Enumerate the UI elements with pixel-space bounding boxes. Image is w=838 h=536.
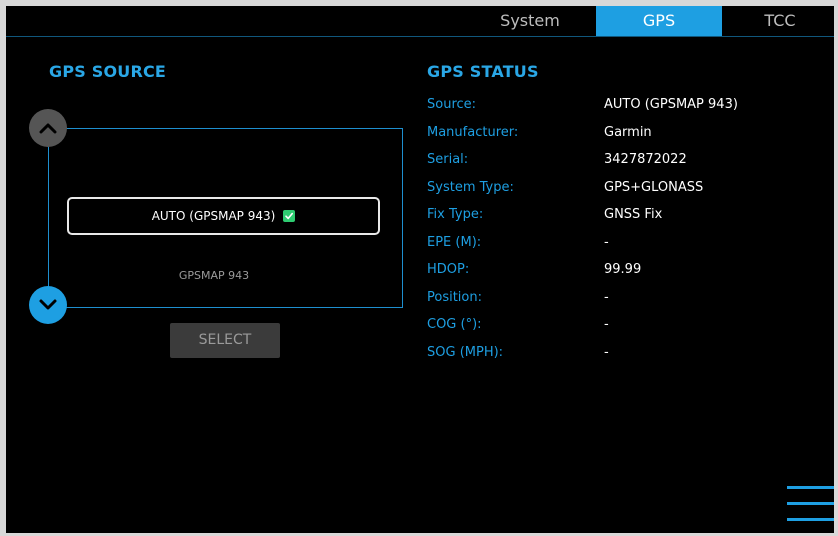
status-label: EPE (M): xyxy=(427,234,482,250)
status-label: Manufacturer: xyxy=(427,124,519,140)
source-item[interactable]: GPSMAP 943 xyxy=(67,269,361,282)
status-value: - xyxy=(604,344,609,360)
chevron-down-icon xyxy=(39,299,57,310)
status-value: AUTO (GPSMAP 943) xyxy=(604,97,738,112)
source-item-label: AUTO (GPSMAP 943) xyxy=(151,209,276,223)
tab-tcc[interactable]: TCC xyxy=(726,6,834,36)
gps-source-title: GPS SOURCE xyxy=(49,62,167,81)
check-icon xyxy=(283,210,296,222)
tab-bar: System GPS TCC xyxy=(6,6,834,37)
status-label: Fix Type: xyxy=(427,207,484,222)
tab-divider xyxy=(6,36,834,37)
status-label: Serial: xyxy=(427,152,469,167)
status-row-manufacturer: Manufacturer: Garmin xyxy=(427,123,827,151)
chevron-up-icon xyxy=(39,123,57,134)
status-value: 3427872022 xyxy=(604,152,687,167)
hamburger-menu-icon[interactable] xyxy=(787,486,834,526)
status-row-fix-type: Fix Type: GNSS Fix xyxy=(427,205,827,233)
status-label: System Type: xyxy=(427,179,514,195)
status-row-serial: Serial: 3427872022 xyxy=(427,150,827,178)
status-row-epe: EPE (M): - xyxy=(427,233,827,261)
status-value: Garmin xyxy=(604,124,652,140)
status-label: SOG (MPH): xyxy=(427,344,504,360)
status-label: Position: xyxy=(427,289,482,305)
tab-system[interactable]: System xyxy=(468,6,592,36)
status-label: COG (°): xyxy=(427,317,482,332)
status-value: GNSS Fix xyxy=(604,207,663,222)
gps-status-table: Source: AUTO (GPSMAP 943) Manufacturer: … xyxy=(427,95,827,370)
status-value: 99.99 xyxy=(604,262,642,277)
status-row-source: Source: AUTO (GPSMAP 943) xyxy=(427,95,827,123)
status-label: HDOP: xyxy=(427,262,470,277)
menu-bar xyxy=(787,502,834,505)
select-button[interactable]: SELECT xyxy=(170,323,280,358)
status-row-position: Position: - xyxy=(427,288,827,316)
status-row-hdop: HDOP: 99.99 xyxy=(427,260,827,288)
source-item-selected[interactable]: AUTO (GPSMAP 943) xyxy=(67,197,380,235)
status-row-sog: SOG (MPH): - xyxy=(427,343,827,371)
tab-gps[interactable]: GPS xyxy=(596,6,722,36)
gps-status-title: GPS STATUS xyxy=(427,62,539,81)
status-value: - xyxy=(604,234,609,250)
menu-bar xyxy=(787,486,834,489)
menu-bar xyxy=(787,518,834,521)
status-label: Source: xyxy=(427,97,477,112)
status-row-cog: COG (°): - xyxy=(427,315,827,343)
status-value: - xyxy=(604,317,609,332)
status-value: - xyxy=(604,289,609,305)
gps-settings-screen: System GPS TCC GPS SOURCE GPS STATUS AUT… xyxy=(6,6,834,533)
scroll-down-button[interactable] xyxy=(29,286,67,324)
scroll-up-button[interactable] xyxy=(29,109,67,147)
status-value: GPS+GLONASS xyxy=(604,179,704,195)
status-row-system-type: System Type: GPS+GLONASS xyxy=(427,178,827,206)
